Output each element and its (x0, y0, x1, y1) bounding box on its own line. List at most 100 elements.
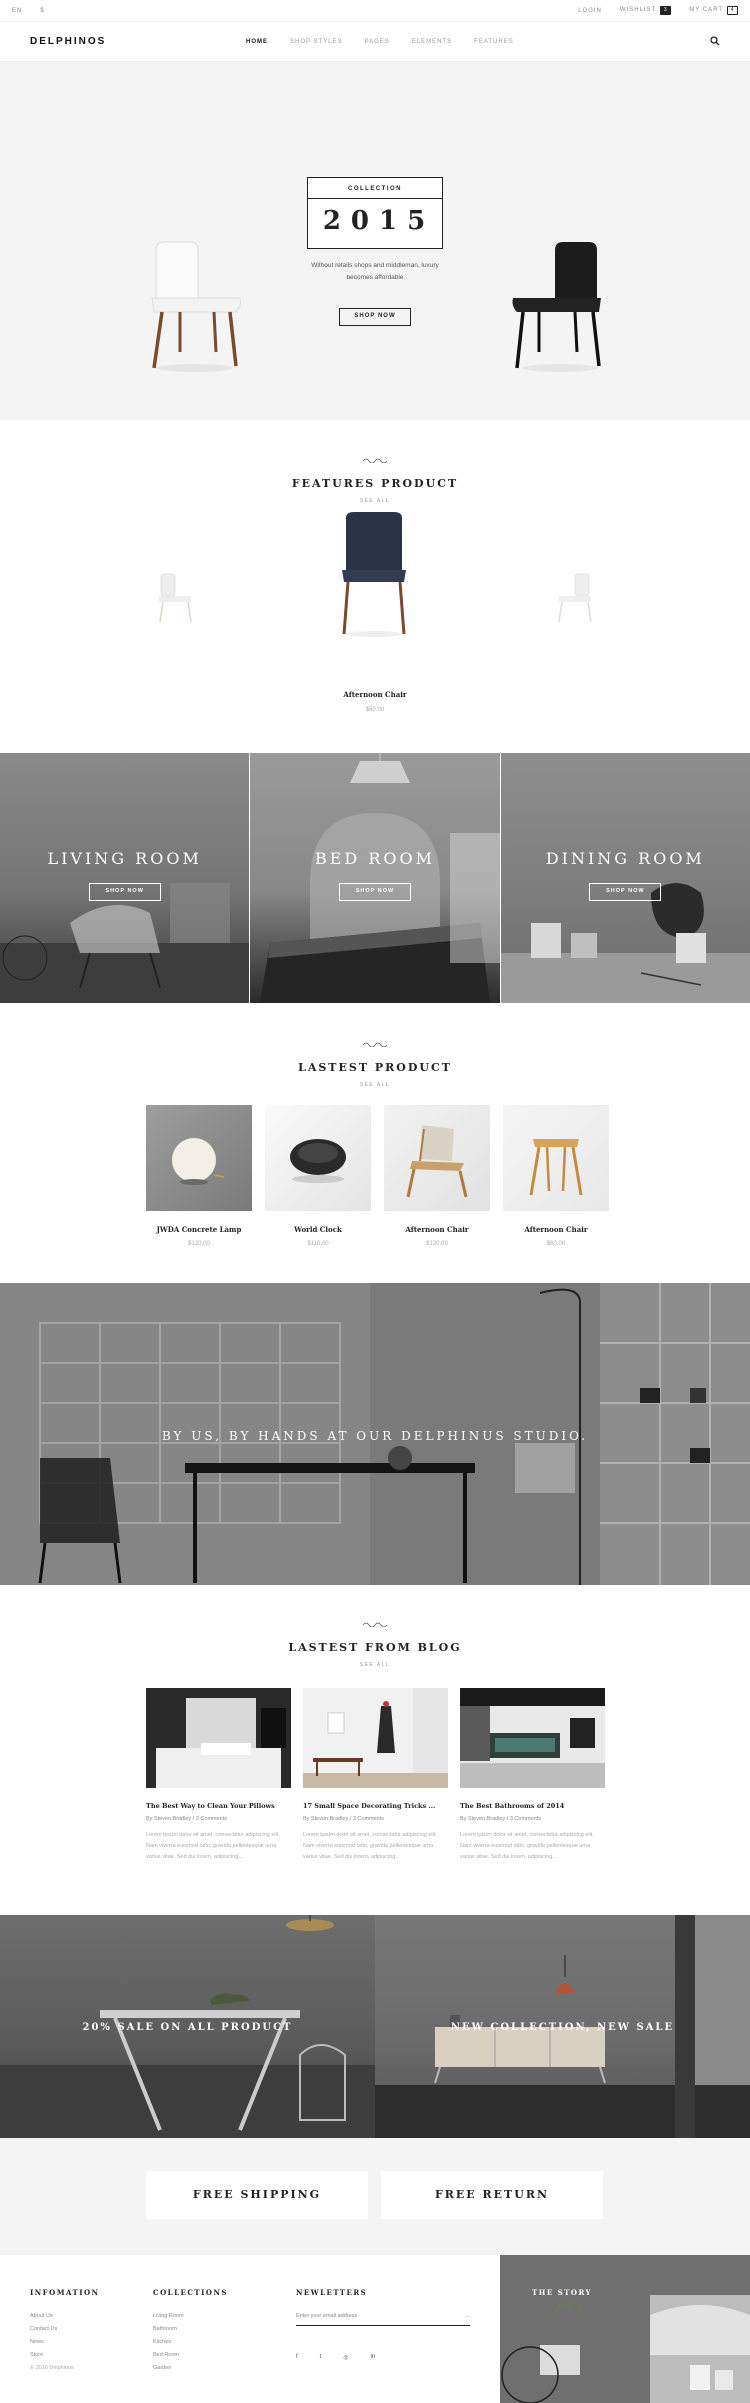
living-room-banner[interactable]: LIVING ROOM SHOP NOW (0, 753, 250, 1003)
newsletter-email-input[interactable]: Enter your email address → (296, 2313, 470, 2326)
menu-item-shop-styles[interactable]: SHOP STYLES (290, 39, 343, 45)
wishlist-link[interactable]: WISHLIST 3 (620, 6, 672, 15)
blog-section: LASTEST FROM BLOG SEE ALL The Best Way t… (0, 1585, 750, 1915)
sale-banners: 20% SALE ON ALL PRODUCT NEW COLLECTION, … (0, 1915, 750, 2138)
main-navigation: DELPHINOS HOME SHOP STYLES PAGES ELEMENT… (0, 22, 750, 62)
faded-chair-left-image[interactable] (155, 572, 197, 624)
product-card[interactable]: Afternoon Chair $120.00 (384, 1105, 490, 1247)
linkedin-icon[interactable]: in (371, 2354, 376, 2361)
blog-post-image[interactable] (146, 1688, 291, 1788)
white-chair-image (151, 241, 242, 372)
login-link[interactable]: LOGIN (578, 8, 602, 14)
product-name[interactable]: World Clock (265, 1225, 371, 1234)
featured-navy-chair-image[interactable] (336, 510, 412, 640)
the-story-panel[interactable]: THE STORY (500, 2255, 750, 2403)
newsletter-submit-arrow-icon[interactable]: → (465, 2313, 471, 2319)
product-card[interactable]: Afternoon Chair $60.00 (503, 1105, 609, 1247)
footer-link-living-room[interactable]: Living Room (153, 2313, 228, 2319)
story-title: THE STORY (532, 2288, 593, 2297)
blog-post: The Best Way to Clean Your Pillows By St… (146, 1688, 291, 1863)
blog-see-all-link[interactable]: SEE ALL (0, 1662, 750, 1668)
footer-newsletter-title: NEWLETTERS (296, 2288, 368, 2297)
product-image[interactable] (384, 1105, 490, 1211)
footer-link-about-us[interactable]: About Us (30, 2313, 100, 2319)
site-footer: INFOMATION About Us Contact Us News Stor… (0, 2255, 750, 2403)
bed-room-shop-now-button[interactable]: SHOP NOW (338, 883, 411, 901)
shipping-section: FREE SHIPPING FREE RETURN (0, 2138, 750, 2255)
hero-description: Without retails shops and middleman, lux… (307, 260, 443, 284)
cart-link[interactable]: MY CART 4 (689, 6, 738, 15)
language-selector[interactable]: EN (12, 8, 22, 14)
product-card[interactable]: JWDA Concrete Lamp $120.00 (146, 1105, 252, 1247)
menu-item-pages[interactable]: PAGES (365, 39, 390, 45)
blog-post-title[interactable]: 17 Small Space Decorating Tricks ... (303, 1802, 448, 1810)
dining-room-image (500, 883, 750, 1003)
footer-link-kitchen[interactable]: Kitchen (153, 2339, 228, 2345)
sale-banner-all-product[interactable]: 20% SALE ON ALL PRODUCT (0, 1915, 375, 2138)
menu-item-elements[interactable]: ELEMENTS (412, 39, 452, 45)
afternoon-chair-image (406, 1125, 468, 1198)
newsletter-placeholder: Enter your email address (296, 2313, 358, 2319)
blog-post-image[interactable] (460, 1688, 605, 1788)
blog-post-list: The Best Way to Clean Your Pillows By St… (146, 1688, 605, 1863)
blog-post-title[interactable]: The Best Bathrooms of 2014 (460, 1802, 605, 1810)
living-room-image (0, 883, 250, 1003)
menu-item-features[interactable]: FEATURES (474, 39, 514, 45)
dining-room-shop-now-button[interactable]: SHOP NOW (589, 883, 662, 901)
featured-product-price: $60.00 (365, 707, 385, 713)
latest-product-see-all-link[interactable]: SEE ALL (0, 1082, 750, 1088)
facebook-icon[interactable]: f (296, 2354, 298, 2361)
footer-collections-title: COLLECTIONS (153, 2288, 228, 2297)
hallway-photo (303, 1688, 448, 1788)
bed-room-image (260, 753, 500, 1003)
product-image[interactable] (503, 1105, 609, 1211)
blog-post-excerpt: Lorem ipsum dolor sit amet, consectetur … (303, 1832, 437, 1860)
blog-post-image[interactable] (303, 1688, 448, 1788)
hero-description-line2: becomes affordable (346, 274, 404, 281)
sale-banner-title: 20% SALE ON ALL PRODUCT (82, 2022, 293, 2033)
footer-newsletter-column: NEWLETTERS Enter your email address → f … (296, 2288, 470, 2361)
footer-link-store[interactable]: Store (30, 2352, 100, 2358)
black-chair-image (512, 242, 601, 372)
footer-link-news[interactable]: News (30, 2339, 100, 2345)
faded-chair-right-image[interactable] (553, 572, 595, 624)
footer-link-bathroom[interactable]: Bathroom (153, 2326, 228, 2332)
dining-room-banner[interactable]: DINING ROOM SHOP NOW (499, 753, 750, 1003)
collection-box: COLLECTION 2015 (307, 177, 443, 249)
bed-room-title: BED ROOM (314, 849, 435, 868)
wave-ornament-icon (363, 1622, 387, 1627)
bathroom-photo (460, 1688, 605, 1788)
search-icon[interactable] (710, 36, 720, 46)
footer-link-bed-room[interactable]: Bed Room (153, 2352, 228, 2358)
blog-post-title[interactable]: The Best Way to Clean Your Pillows (146, 1802, 291, 1810)
product-image[interactable] (146, 1105, 252, 1211)
world-clock-image (290, 1139, 346, 1183)
currency-selector[interactable]: $ (40, 8, 44, 14)
featured-product-name[interactable]: Afternoon Chair (0, 690, 750, 699)
product-name[interactable]: JWDA Concrete Lamp (146, 1225, 252, 1234)
kitchen-photo (146, 1688, 291, 1788)
features-see-all-link[interactable]: SEE ALL (0, 498, 750, 504)
product-image[interactable] (265, 1105, 371, 1211)
blog-post-excerpt: Lorem ipsum dolor sit amet, consectetur … (460, 1832, 594, 1860)
bed-room-banner[interactable]: BED ROOM SHOP NOW (249, 753, 500, 1003)
latest-product-section: LASTEST PRODUCT SEE ALL JWDA Concrete La… (0, 1003, 750, 1283)
features-title: FEATURES PRODUCT (291, 477, 459, 490)
sale-banner-new-collection[interactable]: NEW COLLECTION, NEW SALE (375, 1915, 750, 2138)
product-price: $110.00 (307, 1241, 329, 1247)
blog-post: The Best Bathrooms of 2014 By Steven Bra… (460, 1688, 605, 1863)
twitter-icon[interactable]: t (320, 2354, 322, 2361)
features-header: FEATURES PRODUCT SEE ALL (0, 457, 750, 504)
footer-link-garden[interactable]: Garden (153, 2365, 228, 2371)
footer-link-contact-us[interactable]: Contact Us (30, 2326, 100, 2332)
site-logo[interactable]: DELPHINOS (30, 36, 106, 47)
latest-product-header: LASTEST PRODUCT SEE ALL (0, 1041, 750, 1088)
instagram-icon[interactable]: ◎ (343, 2354, 348, 2361)
wave-ornament-icon (363, 1042, 387, 1047)
product-name[interactable]: Afternoon Chair (384, 1225, 490, 1234)
product-name[interactable]: Afternoon Chair (503, 1225, 609, 1234)
living-room-shop-now-button[interactable]: SHOP NOW (88, 883, 161, 901)
product-card[interactable]: World Clock $110.00 (265, 1105, 371, 1247)
hero-shop-now-button[interactable]: SHOP NOW (339, 308, 411, 326)
menu-item-home[interactable]: HOME (246, 39, 268, 45)
